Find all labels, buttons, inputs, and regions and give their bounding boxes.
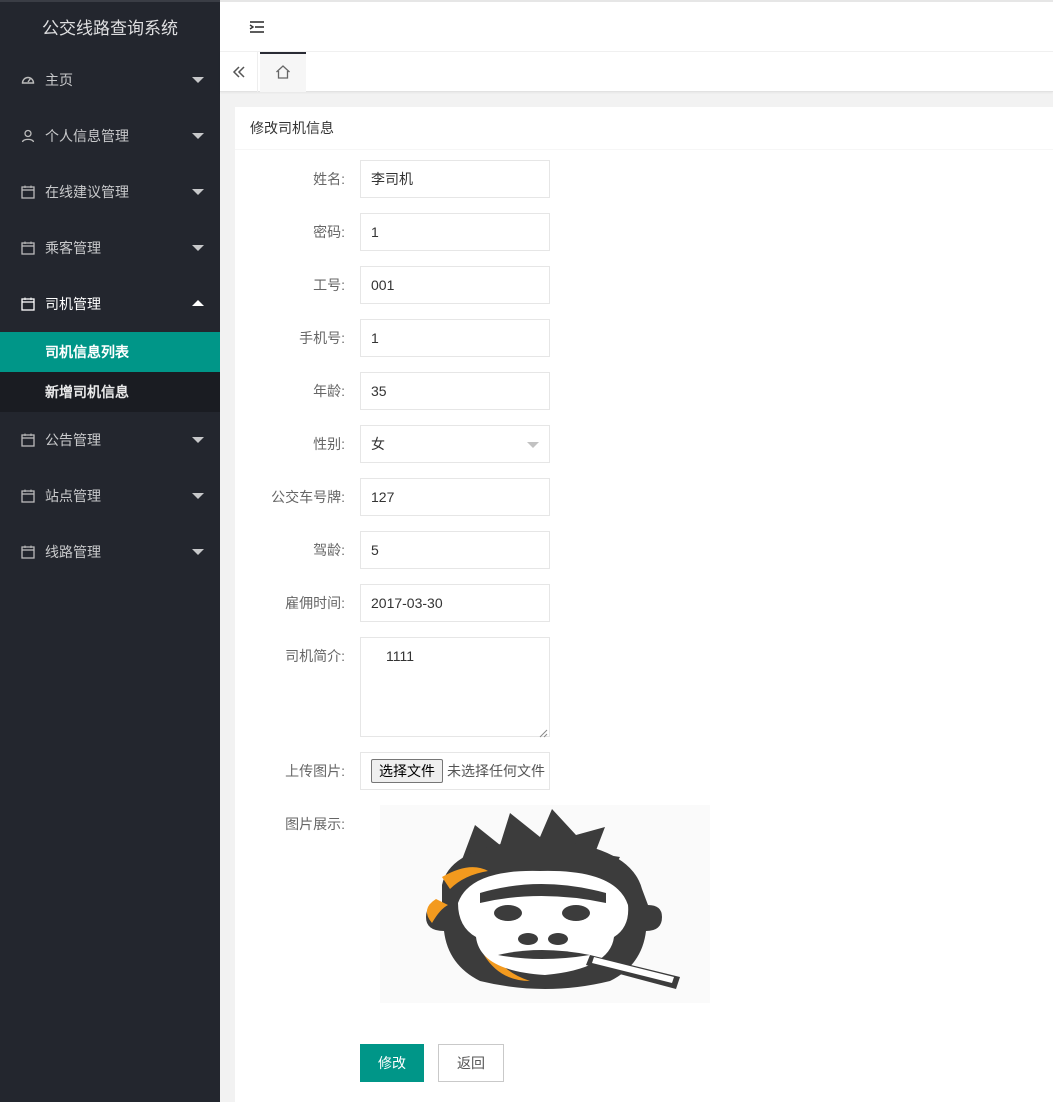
intro-label: 司机简介:: [285, 648, 345, 664]
tab-home[interactable]: [260, 52, 306, 92]
name-input[interactable]: 李司机: [360, 160, 550, 198]
gender-value: 女: [371, 436, 385, 452]
form-row-drive-age: 驾龄: 5: [235, 531, 550, 569]
job-no-label: 工号:: [313, 277, 345, 293]
calendar-icon: [20, 488, 36, 504]
home-icon: [275, 64, 291, 83]
chevron-down-icon: [192, 437, 204, 443]
back-button[interactable]: 返回: [438, 1044, 504, 1082]
form-row-bus-plate: 公交车号牌: 127: [235, 478, 550, 516]
sidebar-item-label: 线路管理: [45, 544, 101, 560]
gender-label: 性别:: [313, 436, 345, 452]
form-row-job-no: 工号: 001: [235, 266, 550, 304]
drive-age-input[interactable]: 5: [360, 531, 550, 569]
sidebar-submenu-drivers: 司机信息列表 新增司机信息: [0, 332, 220, 412]
chevron-down-icon: [192, 245, 204, 251]
preview-label: 图片展示:: [285, 816, 345, 832]
phone-label: 手机号:: [299, 330, 345, 346]
sidebar-subitem-add-driver[interactable]: 新增司机信息: [0, 372, 220, 412]
gender-select[interactable]: 女: [360, 425, 550, 463]
intro-text: 1111: [386, 648, 415, 664]
sidebar-item-notices[interactable]: 公告管理: [0, 412, 220, 468]
upload-label: 上传图片:: [285, 763, 345, 779]
form-row-password: 密码: 1: [235, 213, 550, 251]
chevron-down-icon: [192, 133, 204, 139]
form-row-name: 姓名: 李司机: [235, 160, 550, 198]
sidebar-item-home[interactable]: 主页: [0, 52, 220, 108]
dashboard-icon: [20, 72, 36, 88]
sidebar-item-suggestions[interactable]: 在线建议管理: [0, 164, 220, 220]
chevron-down-icon: [527, 442, 539, 448]
sidebar-item-routes[interactable]: 线路管理: [0, 524, 220, 580]
driver-photo-preview: [380, 805, 710, 1003]
chevron-down-icon: [192, 493, 204, 499]
password-label: 密码:: [313, 224, 345, 240]
user-icon: [20, 128, 36, 144]
sidebar-item-label: 公告管理: [45, 432, 101, 448]
sidebar-item-label: 在线建议管理: [45, 184, 129, 200]
chevron-down-icon: [192, 549, 204, 555]
sidebar-item-label: 司机管理: [45, 296, 101, 312]
sidebar-item-label: 乘客管理: [45, 240, 101, 256]
top-header: [220, 0, 1053, 52]
drive-age-label: 驾龄:: [313, 542, 345, 558]
resize-grip-icon[interactable]: [538, 725, 548, 738]
edit-driver-card: 修改司机信息 姓名: 李司机 密码: 1 工号: 001 手机号: 1 年龄: …: [235, 107, 1053, 1102]
hire-date-label: 雇佣时间:: [285, 595, 345, 611]
sidebar-subitem-driver-list[interactable]: 司机信息列表: [0, 332, 220, 372]
form-row-hire-date: 雇佣时间: 2017-03-30: [235, 584, 550, 622]
calendar-icon: [20, 432, 36, 448]
sidebar-item-passengers[interactable]: 乘客管理: [0, 220, 220, 276]
job-no-input[interactable]: 001: [360, 266, 550, 304]
form-row-preview: 图片展示:: [235, 805, 345, 843]
phone-input[interactable]: 1: [360, 319, 550, 357]
age-label: 年龄:: [313, 383, 345, 399]
intro-textarea[interactable]: 1111: [360, 637, 550, 738]
sidebar-item-profile[interactable]: 个人信息管理: [0, 108, 220, 164]
bus-plate-label: 公交车号牌:: [271, 489, 345, 505]
menu-toggle-icon[interactable]: [248, 19, 266, 35]
submit-button[interactable]: 修改: [360, 1044, 424, 1082]
bus-plate-input[interactable]: 127: [360, 478, 550, 516]
file-status: 未选择任何文件: [447, 763, 545, 779]
app-title: 公交线路查询系统: [0, 0, 220, 52]
chevron-down-icon: [192, 77, 204, 83]
chevron-up-icon: [192, 300, 204, 306]
form-row-age: 年龄: 35: [235, 372, 550, 410]
password-input[interactable]: 1: [360, 213, 550, 251]
sidebar-item-drivers[interactable]: 司机管理: [0, 276, 220, 332]
age-input[interactable]: 35: [360, 372, 550, 410]
calendar-icon: [20, 240, 36, 256]
card-title: 修改司机信息: [235, 107, 1053, 150]
calendar-icon: [20, 184, 36, 200]
sidebar-item-label: 主页: [45, 72, 73, 88]
form-row-gender: 性别: 女: [235, 425, 550, 463]
sidebar-item-label: 站点管理: [45, 488, 101, 504]
tab-bar: [220, 52, 1053, 92]
gorilla-avatar-image: [426, 809, 680, 989]
tab-scroll-left-icon[interactable]: [220, 52, 258, 92]
calendar-icon: [20, 544, 36, 560]
name-label: 姓名:: [313, 171, 345, 187]
calendar-icon: [20, 296, 36, 312]
form-row-intro: 司机简介: 1111: [235, 637, 550, 738]
chevron-down-icon: [192, 189, 204, 195]
hire-date-input[interactable]: 2017-03-30: [360, 584, 550, 622]
sidebar-item-label: 个人信息管理: [45, 128, 129, 144]
form-row-phone: 手机号: 1: [235, 319, 550, 357]
file-input[interactable]: 选择文件 未选择任何文件: [360, 752, 550, 790]
sidebar: 公交线路查询系统 主页 个人信息管理 在线建议管理 乘客管理 司机管理 司机信息…: [0, 0, 220, 1102]
form-row-upload: 上传图片: 选择文件 未选择任何文件: [235, 752, 550, 790]
sidebar-item-stations[interactable]: 站点管理: [0, 468, 220, 524]
choose-file-button[interactable]: 选择文件: [371, 759, 443, 783]
